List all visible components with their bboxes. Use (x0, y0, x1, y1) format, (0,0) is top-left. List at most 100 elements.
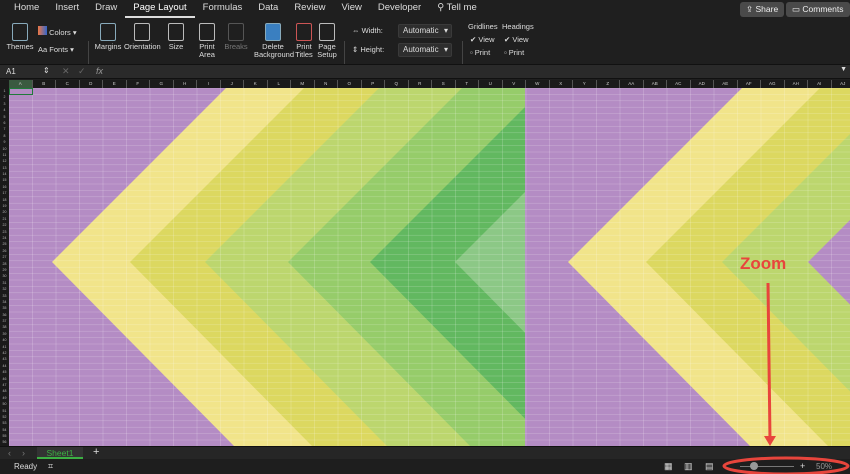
fonts-label: Fonts (49, 45, 69, 54)
page-setup-button[interactable]: Page Setup (316, 23, 338, 59)
worksheet-grid[interactable]: A B C D E F G H I J K L M N O P Q R S T U V W X Y Z AA AB AC AD AE AF AG… (0, 80, 850, 446)
column-header[interactable]: T (456, 80, 479, 88)
column-header[interactable]: AD (691, 80, 714, 88)
zoom-level[interactable]: 50% (816, 462, 832, 471)
column-header[interactable]: F (127, 80, 150, 88)
zoom-in-icon[interactable]: + (800, 461, 805, 471)
headings-view-checkbox[interactable]: ✔ View (504, 36, 529, 44)
column-header[interactable]: X (550, 80, 573, 88)
tab-formulas[interactable]: Formulas (195, 0, 251, 18)
print-label: Print (508, 48, 525, 57)
selected-cell[interactable] (9, 88, 33, 95)
height-select[interactable]: Automatic ▾ (398, 43, 452, 57)
column-header[interactable]: E (103, 80, 127, 88)
print-titles-label: Print Titles (295, 42, 313, 59)
prev-sheet-icon[interactable]: ‹ (8, 448, 11, 458)
column-header[interactable]: A (9, 80, 33, 88)
column-header[interactable]: AE (714, 80, 738, 88)
column-header[interactable]: V (503, 80, 526, 88)
tab-page-layout[interactable]: Page Layout (125, 0, 195, 18)
fonts-button[interactable]: Aa Fonts ▾ (38, 46, 74, 54)
column-header[interactable]: AG (761, 80, 785, 88)
width-value: Automatic (403, 26, 439, 35)
expand-formula-icon[interactable]: ▼ (840, 66, 847, 73)
insert-function-icon[interactable]: fx (96, 66, 103, 76)
column-header[interactable]: Q (385, 80, 409, 88)
column-header[interactable]: AC (667, 80, 691, 88)
formula-input[interactable] (110, 65, 840, 78)
column-header[interactable]: L (268, 80, 291, 88)
tab-insert[interactable]: Insert (47, 0, 87, 18)
column-header[interactable]: B (33, 80, 56, 88)
breaks-icon (228, 23, 244, 41)
tell-me-search[interactable]: ⚲ Tell me (429, 0, 485, 18)
column-header[interactable]: Y (573, 80, 597, 88)
column-header[interactable]: U (479, 80, 503, 88)
enter-icon[interactable]: ✓ (78, 66, 86, 77)
page-setup-label: Page Setup (317, 42, 337, 59)
column-header[interactable]: AI (808, 80, 832, 88)
column-header[interactable]: H (174, 80, 197, 88)
fonts-icon: Aa (38, 45, 48, 54)
comments-button[interactable]: ▭ Comments (786, 2, 850, 17)
column-header[interactable]: C (56, 80, 80, 88)
headings-print-checkbox[interactable]: ▫ Print (504, 49, 524, 57)
ribbon: Themes Colors ▾ Aa Fonts ▾ Margins Orien… (0, 19, 850, 79)
tab-view[interactable]: View (333, 0, 369, 18)
breaks-button[interactable]: Breaks (224, 23, 248, 51)
size-button[interactable]: Size (166, 23, 186, 51)
tab-data[interactable]: Data (250, 0, 286, 18)
page-break-view-icon[interactable]: ▤ (705, 461, 714, 472)
column-header[interactable]: P (362, 80, 385, 88)
print-titles-button[interactable]: Print Titles (294, 23, 314, 59)
print-label: Print (474, 48, 491, 57)
width-select[interactable]: Automatic ▾ (398, 24, 452, 38)
gridlines-print-checkbox[interactable]: ▫ Print (470, 49, 490, 57)
colors-button[interactable]: Colors ▾ (38, 26, 77, 37)
next-sheet-icon[interactable]: › (22, 448, 25, 458)
size-label: Size (168, 42, 184, 51)
gridlines-label: Gridlines (468, 22, 498, 31)
add-sheet-icon[interactable]: + (93, 446, 99, 458)
orientation-button[interactable]: Orientation (124, 23, 161, 51)
tab-home[interactable]: Home (6, 0, 47, 18)
themes-button[interactable]: Themes (6, 23, 34, 51)
column-header[interactable]: S (432, 80, 456, 88)
print-area-button[interactable]: Print Area (196, 23, 218, 59)
zoom-slider-thumb[interactable] (750, 462, 758, 470)
column-header[interactable]: AA (620, 80, 644, 88)
tab-developer[interactable]: Developer (370, 0, 429, 18)
column-header[interactable]: N (315, 80, 338, 88)
column-header[interactable]: R (409, 80, 432, 88)
row-header[interactable]: 56 (0, 439, 9, 445)
column-header[interactable]: AF (738, 80, 761, 88)
status-text: Ready (14, 462, 38, 471)
column-header[interactable]: W (526, 80, 550, 88)
tab-draw[interactable]: Draw (87, 0, 125, 18)
zoom-slider[interactable] (740, 466, 794, 467)
tab-review[interactable]: Review (286, 0, 333, 18)
column-header[interactable]: AJ (832, 80, 850, 88)
column-header[interactable]: K (244, 80, 268, 88)
column-header[interactable]: AH (785, 80, 808, 88)
column-header[interactable]: I (197, 80, 221, 88)
share-button[interactable]: ⇪ Share (740, 2, 785, 17)
name-box-stepper-icon[interactable]: ⇕ (43, 66, 50, 75)
column-header[interactable]: O (338, 80, 362, 88)
sheet-tab-sheet1[interactable]: Sheet1 (37, 447, 83, 459)
column-header[interactable]: Z (597, 80, 620, 88)
column-header[interactable]: G (150, 80, 174, 88)
name-box[interactable]: A1 (6, 67, 16, 76)
column-header[interactable]: D (80, 80, 103, 88)
cancel-icon[interactable]: ✕ (62, 66, 70, 77)
column-header[interactable]: AB (644, 80, 667, 88)
gridlines-view-checkbox[interactable]: ✔ View (470, 36, 495, 44)
delete-background-button[interactable]: Delete Background (254, 23, 294, 59)
column-header[interactable]: M (291, 80, 315, 88)
width-icon: ⇔ (352, 26, 360, 35)
column-header[interactable]: J (221, 80, 244, 88)
normal-view-icon[interactable]: ▦ (664, 461, 673, 472)
breaks-label: Breaks (224, 42, 248, 51)
margins-button[interactable]: Margins (94, 23, 122, 51)
page-layout-view-icon[interactable]: ▥ (684, 461, 693, 472)
